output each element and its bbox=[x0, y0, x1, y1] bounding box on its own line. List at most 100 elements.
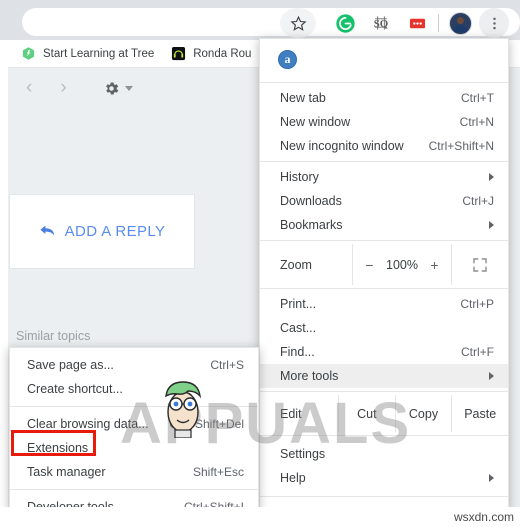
submenu-item-clear-browsing-data[interactable]: Clear browsing data... Ctrl+Shift+Del bbox=[10, 412, 258, 436]
menu-item-label: New window bbox=[280, 115, 351, 129]
menu-divider bbox=[260, 161, 508, 162]
menu-item-label: Downloads bbox=[280, 194, 342, 208]
menu-item-label: New incognito window bbox=[280, 139, 404, 153]
menu-item-cast[interactable]: Cast... bbox=[260, 316, 508, 340]
chevron-right-icon bbox=[489, 474, 494, 482]
add-reply-card[interactable]: ADD A REPLY bbox=[9, 194, 195, 269]
submenu-item-accel: Ctrl+S bbox=[210, 358, 244, 372]
chrome-main-menu: a New tab Ctrl+T New window Ctrl+N New i… bbox=[259, 38, 509, 523]
submenu-item-save-page-as[interactable]: Save page as... Ctrl+S bbox=[10, 353, 258, 377]
menu-zoom-row: Zoom − 100% + bbox=[260, 244, 508, 285]
extension-gray-icon[interactable]: SQ bbox=[366, 8, 396, 38]
grammarly-icon[interactable] bbox=[330, 8, 360, 38]
chevron-down-icon bbox=[124, 85, 133, 91]
submenu-item-label: Save page as... bbox=[27, 358, 114, 372]
chevron-right-icon bbox=[489, 173, 494, 181]
menu-item-label: More tools bbox=[280, 369, 339, 383]
menu-group-settings: Settings Help bbox=[260, 439, 508, 490]
submenu-divider bbox=[10, 489, 258, 490]
menu-divider bbox=[260, 496, 508, 497]
page-next-button[interactable]: › bbox=[60, 77, 66, 99]
submenu-item-extensions[interactable]: Extensions bbox=[10, 436, 258, 460]
menu-item-accel: Ctrl+P bbox=[460, 297, 494, 311]
zoom-in-button[interactable]: + bbox=[423, 257, 445, 273]
menu-item-accel: Ctrl+Shift+N bbox=[428, 139, 494, 153]
menu-item-downloads[interactable]: Downloads Ctrl+J bbox=[260, 189, 508, 213]
svg-text:SQ: SQ bbox=[374, 18, 388, 30]
menu-item-accel: Ctrl+N bbox=[459, 115, 494, 129]
watermark-wsxdn: wsxdn.com bbox=[453, 510, 514, 524]
menu-item-label: Help bbox=[280, 471, 306, 485]
menu-item-settings[interactable]: Settings bbox=[260, 442, 508, 466]
menu-item-history[interactable]: History bbox=[260, 165, 508, 189]
bookmark-star-icon[interactable] bbox=[280, 8, 316, 38]
menu-item-print[interactable]: Print... Ctrl+P bbox=[260, 292, 508, 316]
submenu-item-label: Task manager bbox=[27, 465, 106, 479]
menu-divider bbox=[260, 240, 508, 241]
page-settings-button[interactable] bbox=[103, 80, 133, 97]
toolbar-divider bbox=[438, 14, 439, 32]
zoom-controls: − 100% + bbox=[352, 244, 452, 285]
headphones-icon bbox=[170, 46, 186, 62]
menu-item-accel: Ctrl+T bbox=[461, 91, 494, 105]
menu-item-label: Bookmarks bbox=[280, 218, 343, 232]
edit-label: Edit bbox=[280, 406, 302, 421]
submenu-item-accel: Ctrl+Shift+Del bbox=[169, 417, 244, 431]
menu-group-new: New tab Ctrl+T New window Ctrl+N New inc… bbox=[260, 86, 508, 158]
submenu-item-label: Clear browsing data... bbox=[27, 417, 149, 431]
menu-item-label: Settings bbox=[280, 447, 326, 461]
avatar[interactable] bbox=[445, 8, 475, 38]
copy-button[interactable]: Copy bbox=[394, 395, 452, 432]
menu-item-help[interactable]: Help bbox=[260, 466, 508, 490]
submenu-item-label: Extensions bbox=[27, 441, 89, 455]
chrome-menu-icon[interactable] bbox=[479, 8, 509, 38]
menu-item-label: History bbox=[280, 170, 319, 184]
gear-icon bbox=[105, 81, 118, 95]
menu-divider bbox=[260, 288, 508, 289]
page-prev-button[interactable]: ‹ bbox=[26, 77, 32, 99]
submenu-item-accel: Shift+Esc bbox=[192, 465, 244, 479]
menu-divider bbox=[260, 82, 508, 83]
menu-group-tools: Print... Ctrl+P Cast... Find... Ctrl+F M… bbox=[260, 292, 508, 388]
bookmark-label-1: Ronda Rou bbox=[193, 47, 252, 60]
page-pagination-toolbar: ‹ › bbox=[0, 68, 200, 108]
extension-red-icon[interactable] bbox=[402, 8, 432, 38]
menu-item-label: Cast... bbox=[280, 321, 317, 335]
submenu-item-task-manager[interactable]: Task manager Shift+Esc bbox=[10, 460, 258, 484]
submenu-item-create-shortcut[interactable]: Create shortcut... bbox=[10, 377, 258, 401]
menu-item-bookmarks[interactable]: Bookmarks bbox=[260, 213, 508, 237]
zoom-out-button[interactable]: − bbox=[359, 257, 381, 273]
submenu-divider bbox=[10, 406, 258, 407]
menu-item-new-incognito-window[interactable]: New incognito window Ctrl+Shift+N bbox=[260, 134, 508, 158]
zoom-level-value: 100% bbox=[386, 257, 418, 272]
amazon-assistant-icon[interactable]: a bbox=[278, 49, 297, 69]
add-reply-label: ADD A REPLY bbox=[64, 223, 166, 240]
menu-item-new-window[interactable]: New window Ctrl+N bbox=[260, 110, 508, 134]
menu-edit-row: Edit Cut Copy Paste bbox=[260, 395, 508, 432]
bookmark-item-1[interactable]: Ronda Rou bbox=[170, 46, 251, 62]
cut-button[interactable]: Cut bbox=[338, 395, 395, 432]
menu-extension-row: a bbox=[260, 39, 508, 79]
menu-item-label: Print... bbox=[280, 297, 317, 311]
screenshot-root: SQ Start Learning at Tree Ronda Rou ‹ › … bbox=[0, 0, 520, 527]
reply-arrow-icon bbox=[39, 223, 56, 241]
menu-divider bbox=[260, 391, 508, 392]
menu-group-browse: History Downloads Ctrl+J Bookmarks bbox=[260, 165, 508, 237]
menu-item-label: New tab bbox=[280, 91, 326, 105]
menu-item-find[interactable]: Find... Ctrl+F bbox=[260, 340, 508, 364]
chevron-right-icon bbox=[489, 221, 494, 229]
menu-item-more-tools[interactable]: More tools bbox=[260, 364, 508, 388]
more-tools-submenu: Save page as... Ctrl+S Create shortcut..… bbox=[9, 347, 259, 516]
submenu-item-label: Create shortcut... bbox=[27, 382, 123, 396]
treehouse-icon bbox=[20, 46, 36, 62]
browser-toolbar-actions: SQ bbox=[280, 8, 520, 38]
fullscreen-button[interactable] bbox=[452, 244, 508, 285]
bookmark-item-0[interactable]: Start Learning at Tree bbox=[20, 46, 154, 62]
bookmark-label-0: Start Learning at Tree bbox=[43, 47, 155, 60]
menu-item-new-tab[interactable]: New tab Ctrl+T bbox=[260, 86, 508, 110]
menu-divider bbox=[260, 435, 508, 436]
paste-button[interactable]: Paste bbox=[451, 395, 508, 432]
chevron-right-icon bbox=[489, 372, 494, 380]
bottom-watermark-bar bbox=[0, 507, 520, 527]
menu-item-label: Find... bbox=[280, 345, 315, 359]
